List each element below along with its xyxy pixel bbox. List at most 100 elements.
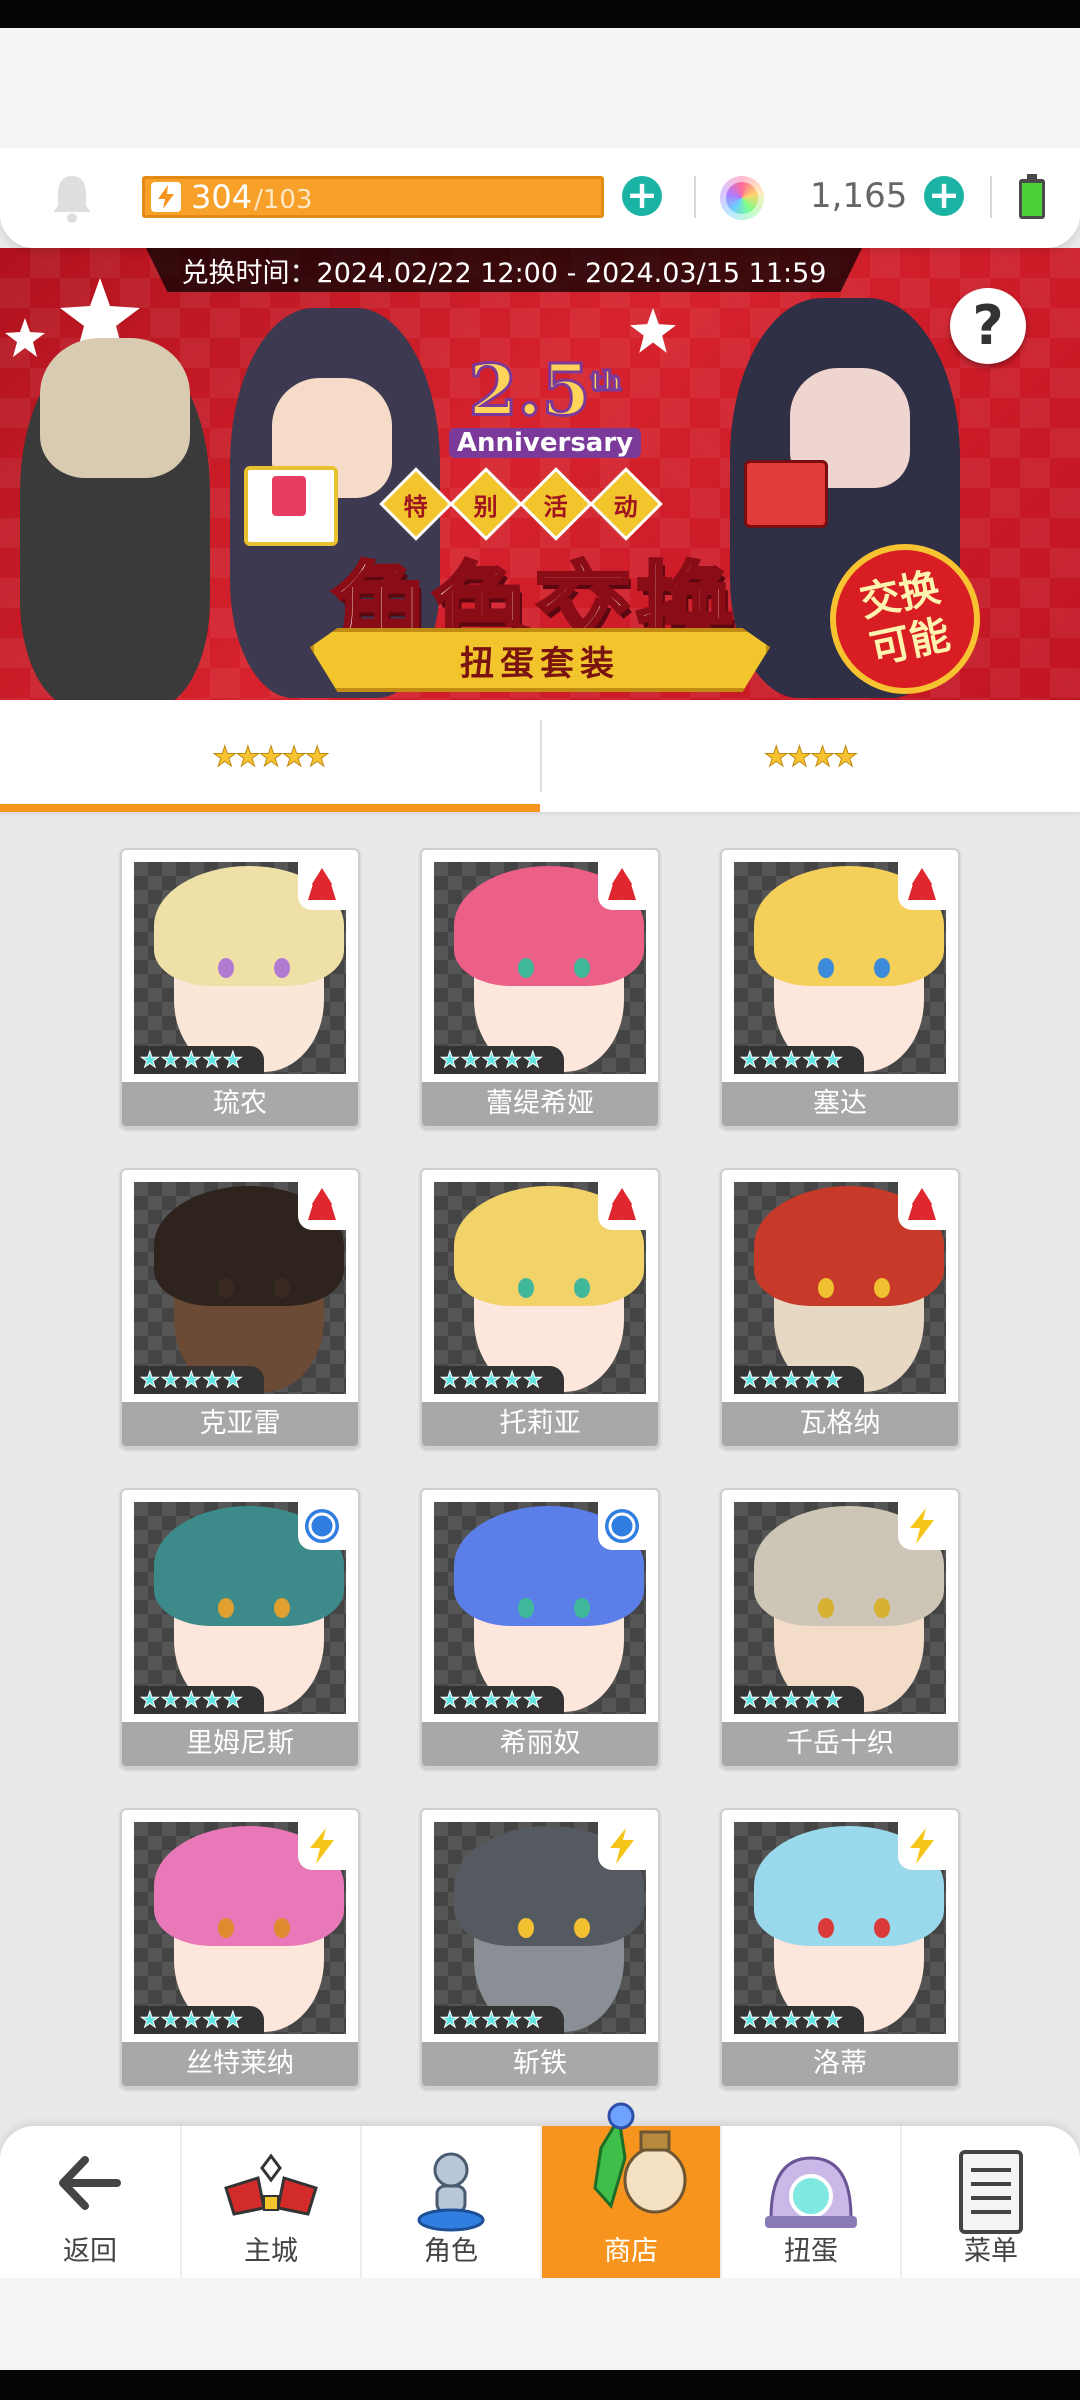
nav-label: 角色: [424, 2236, 478, 2267]
bell-icon[interactable]: [48, 172, 96, 224]
tab-label: ★★★★★: [212, 739, 331, 773]
character-card[interactable]: ★ ★ ★ ★ ★ 丝特莱纳: [120, 1808, 360, 2088]
portrait-eye: [818, 1278, 834, 1298]
star-icon: ★: [781, 1367, 802, 1393]
portrait-eye: [874, 1918, 890, 1938]
character-card[interactable]: ★ ★ ★ ★ ★ 洛蒂: [720, 1808, 960, 2088]
star-icon: ★: [481, 1687, 502, 1713]
top-spacer: [0, 28, 1080, 148]
fire-element-icon: [598, 1182, 646, 1230]
star-icon: ★: [760, 1367, 781, 1393]
star-icon: ★: [460, 2007, 481, 2033]
rarity-stars: ★ ★ ★ ★ ★: [434, 1366, 564, 1394]
nav-castle[interactable]: 主城: [180, 2126, 360, 2278]
character-card[interactable]: ★ ★ ★ ★ ★ 蕾缇希娅: [420, 848, 660, 1128]
star-icon: ★: [181, 1687, 202, 1713]
character-card[interactable]: ★ ★ ★ ★ ★ 琉农: [120, 848, 360, 1128]
anniversary-suffix: th: [589, 366, 623, 399]
character-card[interactable]: ★ ★ ★ ★ ★ 瓦格纳: [720, 1168, 960, 1448]
fire-element-icon: [298, 862, 346, 910]
add-energy-button[interactable]: +: [622, 176, 662, 216]
character-card[interactable]: ★ ★ ★ ★ ★ 里姆尼斯: [120, 1488, 360, 1768]
character-name: 瓦格纳: [722, 1402, 958, 1446]
nav-menu[interactable]: 菜单: [900, 2126, 1080, 2278]
star-icon: ★: [202, 1367, 223, 1393]
bottom-nav: 返回 主城 角色 商店 扭蛋 菜单: [0, 2102, 1080, 2278]
rarity-stars: ★ ★ ★ ★ ★: [734, 2006, 864, 2034]
add-gems-button[interactable]: +: [924, 176, 964, 216]
character-card[interactable]: ★ ★ ★ ★ ★ 托莉亚: [420, 1168, 660, 1448]
portrait-eye: [518, 1918, 534, 1938]
star-icon: ★: [202, 1047, 223, 1073]
star-icon: ★: [781, 2007, 802, 2033]
divider: [990, 176, 992, 218]
shop-icon: [593, 2102, 687, 2214]
tab-5-star[interactable]: ★★★★★: [0, 700, 540, 812]
star-icon: ★: [160, 1047, 181, 1073]
portrait-eye: [218, 1598, 234, 1618]
energy-max: /103: [254, 185, 313, 215]
character-name: 托莉亚: [422, 1402, 658, 1446]
star-icon: ★: [740, 1047, 761, 1073]
star-icon: ★: [522, 1367, 543, 1393]
nav-shop[interactable]: 商店: [540, 2102, 720, 2278]
fire-element-icon: [898, 1182, 946, 1230]
help-button[interactable]: ?: [950, 288, 1026, 364]
star-icon: ★: [222, 2007, 243, 2033]
rarity-stars: ★ ★ ★ ★ ★: [434, 1686, 564, 1714]
star-icon: ★: [822, 2007, 843, 2033]
star-icon: ★: [481, 1367, 502, 1393]
resource-header: 304 /103 + 1,165 +: [0, 148, 1080, 248]
star-icon: ★: [502, 2007, 523, 2033]
envelope-icon: [244, 466, 338, 546]
character-card[interactable]: ★ ★ ★ ★ ★ 希丽奴: [420, 1488, 660, 1768]
star-icon: ★: [181, 1367, 202, 1393]
nav-gacha[interactable]: 扭蛋: [720, 2126, 900, 2278]
thunder-element-icon: [898, 1822, 946, 1870]
star-icon: ★: [140, 1367, 161, 1393]
star-icon: ★: [781, 1047, 802, 1073]
star-icon: ★: [740, 1687, 761, 1713]
nav-label: 商店: [604, 2236, 658, 2267]
star-icon: ★: [460, 1367, 481, 1393]
portrait-eye: [274, 1278, 290, 1298]
character-portrait: ★ ★ ★ ★ ★: [134, 1182, 346, 1394]
star-icon: ★: [781, 1687, 802, 1713]
event-banner[interactable]: 兑换时间：2024.02/22 12:00 - 2024.03/15 11:59…: [0, 248, 1080, 700]
star-icon: ★: [140, 2007, 161, 2033]
character-card[interactable]: ★ ★ ★ ★ ★ 塞达: [720, 848, 960, 1128]
character-card[interactable]: ★ ★ ★ ★ ★ 千岳十织: [720, 1488, 960, 1768]
star-icon: ★: [160, 1687, 181, 1713]
anniversary-word: Anniversary: [448, 428, 642, 459]
thunder-element-icon: [598, 1822, 646, 1870]
portrait-eye: [818, 958, 834, 978]
star-icon: ★: [822, 1047, 843, 1073]
portrait-eye: [574, 1598, 590, 1618]
star-icon: ★: [222, 1367, 243, 1393]
badge-text: 交换可能: [856, 564, 954, 674]
rarity-stars: ★ ★ ★ ★ ★: [434, 2006, 564, 2034]
star-icon: ★: [522, 2007, 543, 2033]
character-name: 克亚雷: [122, 1402, 358, 1446]
back-arrow-icon: [59, 2156, 121, 2210]
nav-back[interactable]: 返回: [0, 2126, 180, 2278]
portrait-eye: [574, 1278, 590, 1298]
star-icon: ★: [160, 1367, 181, 1393]
nav-label: 菜单: [964, 2236, 1018, 2267]
star-icon: ★: [522, 1687, 543, 1713]
star-icon: ★: [440, 1687, 461, 1713]
rarity-stars: ★ ★ ★ ★ ★: [134, 2006, 264, 2034]
character-card[interactable]: ★ ★ ★ ★ ★ 斩铁: [420, 1808, 660, 2088]
nav-label: 扭蛋: [784, 2236, 838, 2267]
tab-active-underline: [0, 804, 540, 812]
star-icon: ★: [802, 2007, 823, 2033]
nav-character[interactable]: 角色: [360, 2126, 540, 2278]
tab-4-star[interactable]: ★★★★: [540, 700, 1080, 812]
star-icon: ★: [802, 1047, 823, 1073]
fire-element-icon: [598, 862, 646, 910]
portrait-eye: [874, 1598, 890, 1618]
star-icon: ★: [160, 2007, 181, 2033]
star-icon: ★: [760, 1687, 781, 1713]
character-card[interactable]: ★ ★ ★ ★ ★ 克亚雷: [120, 1168, 360, 1448]
star-icon: ★: [502, 1367, 523, 1393]
